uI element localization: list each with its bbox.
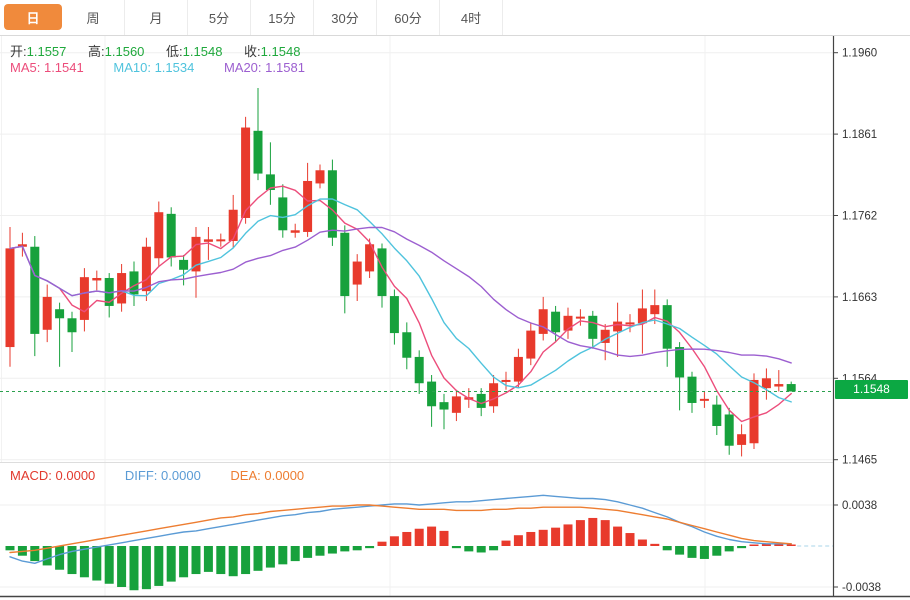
macd-tick-label: -0.0038 [842, 582, 881, 594]
ma10-legend: MA10: 1.1534 [113, 60, 194, 75]
timeframe-tab-bar: 日周月5分15分30分60分4时 [0, 0, 910, 36]
tab-min15[interactable]: 15分 [251, 0, 314, 35]
dea-value-legend: DEA: 0.0000 [230, 468, 304, 483]
tab-min5[interactable]: 5分 [188, 0, 251, 35]
tab-min60[interactable]: 60分 [377, 0, 440, 35]
tab-month[interactable]: 月 [125, 0, 188, 35]
low-value: 1.1548 [183, 44, 223, 59]
tab-min30[interactable]: 30分 [314, 0, 377, 35]
ma20-legend: MA20: 1.1581 [224, 60, 305, 75]
tab-label-hour4: 4时 [442, 4, 500, 30]
close-value: 1.1548 [261, 44, 301, 59]
low-label: 低: [166, 44, 183, 59]
tab-label-min15: 15分 [253, 4, 311, 30]
open-label: 开: [10, 44, 27, 59]
price-tick-label: 1.1762 [842, 211, 877, 223]
high-label: 高: [88, 44, 105, 59]
tab-label-min60: 60分 [379, 4, 437, 30]
tab-hour4[interactable]: 4时 [440, 0, 503, 35]
price-tick-label: 1.1861 [842, 129, 877, 141]
price-tick-label: 1.1960 [842, 48, 877, 60]
tab-label-min30: 30分 [316, 4, 374, 30]
price-tick-label: 1.1663 [842, 292, 877, 304]
current-price-badge: 1.1548 [835, 380, 908, 399]
ohlc-row: 开:1.1557 高:1.1560 低:1.1548 收:1.1548 [10, 41, 300, 60]
diff-value-legend: DIFF: 0.0000 [125, 468, 201, 483]
high-value: 1.1560 [105, 44, 145, 59]
tab-day[interactable]: 日 [0, 0, 62, 35]
close-label: 收: [244, 44, 261, 59]
open-value: 1.1557 [27, 44, 67, 59]
kline-app: 日周月5分15分30分60分4时 1.19601.18611.17621.166… [0, 0, 910, 600]
tab-week[interactable]: 周 [62, 0, 125, 35]
price-tick-label: 1.1465 [842, 455, 877, 467]
tab-label-day: 日 [4, 4, 62, 30]
macd-value-legend: MACD: 0.0000 [10, 468, 95, 483]
kline-chart[interactable]: 1.19601.18611.17621.16631.15641.14650.00… [0, 0, 910, 600]
ma-legend-row: MA5: 1.1541 MA10: 1.1534 MA20: 1.1581 [10, 60, 305, 75]
tab-label-month: 月 [127, 4, 185, 30]
ma5-legend: MA5: 1.1541 [10, 60, 84, 75]
macd-legend-row: MACD: 0.0000 DIFF: 0.0000 DEA: 0.0000 [10, 468, 304, 483]
macd-tick-label: 0.0038 [842, 500, 877, 512]
tab-label-week: 周 [64, 4, 122, 30]
tab-label-min5: 5分 [190, 4, 248, 30]
